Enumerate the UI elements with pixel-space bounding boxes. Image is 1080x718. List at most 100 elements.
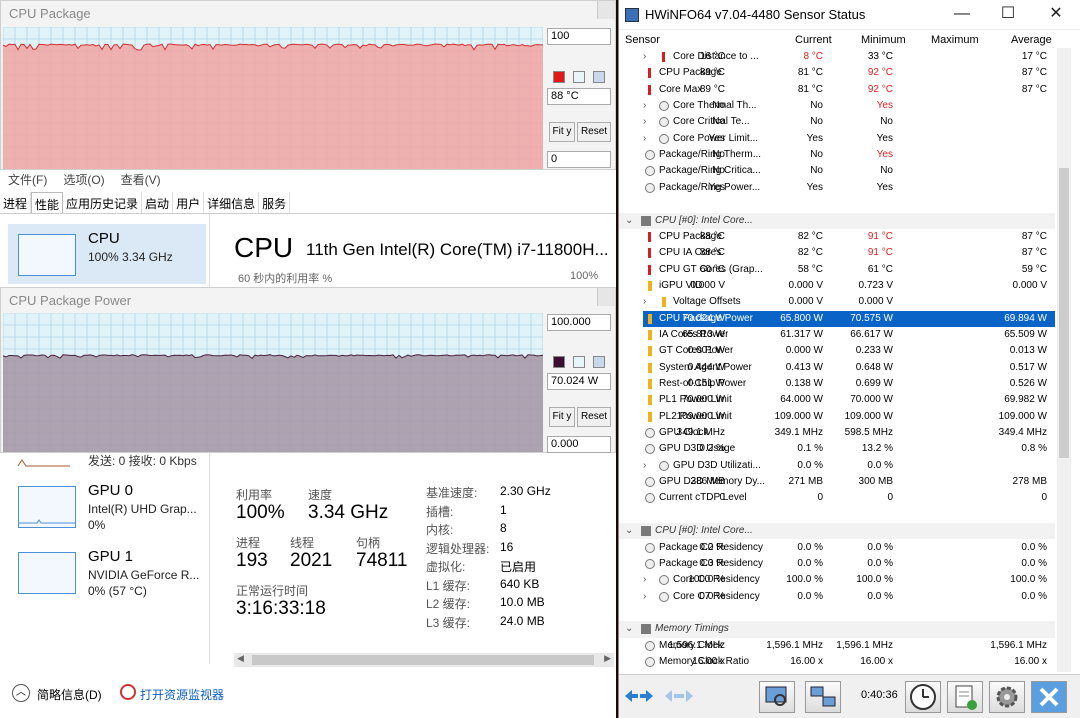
sensor-row[interactable]: › GPU D3D Utilizati... 0.0 % 0.0 % <box>619 458 1055 474</box>
sensor-row[interactable]: Package/Ring Power... Yes Yes Yes <box>619 180 1055 196</box>
fit-y-button[interactable]: Fit y <box>549 122 575 142</box>
sensor-row[interactable]: › Voltage Offsets 0.000 V 0.000 V <box>619 294 1055 310</box>
sensor-row[interactable]: GPU Clock 349.1 MHz 349.1 MHz 598.5 MHz 349.… <box>619 425 1055 441</box>
sensor-row[interactable]: Core Max 89 °C 81 °C 92 °C 87 °C <box>619 82 1055 98</box>
maximize-button[interactable]: ☐ <box>985 0 1031 30</box>
report-button[interactable] <box>759 681 795 713</box>
scroll-left-icon[interactable]: ◀ <box>237 653 244 664</box>
sidebar-item-cpu[interactable]: CPU 100% 3.34 GHz <box>8 224 206 284</box>
fit-y-button[interactable]: Fit y <box>549 407 575 427</box>
color-swatch-series[interactable] <box>553 356 565 368</box>
graph-max-box[interactable]: 100 <box>547 28 611 45</box>
sensor-group-row[interactable]: ⌄ CPU [#0]: Intel Core... <box>619 523 1055 540</box>
network-button[interactable] <box>805 681 841 713</box>
sensor-row[interactable]: › Core Power Limit... Yes Yes Yes <box>619 131 1055 147</box>
minimize-button[interactable]: — <box>939 0 985 30</box>
scroll-thumb[interactable] <box>1059 168 1069 458</box>
brief-button[interactable]: 简略信息(D) <box>37 686 102 703</box>
sensor-row[interactable]: System Agent Power 0.444 W 0.413 W 0.648 W0… <box>619 360 1055 376</box>
sensor-row[interactable]: Package C2 Residency 0.0 % 0.0 % 0.0 % 0.0 % <box>619 540 1055 556</box>
horizontal-scrollbar[interactable]: ◀ ▶ <box>234 653 614 667</box>
reset-button[interactable]: Reset <box>577 122 611 142</box>
graph-min-box[interactable]: 0 <box>547 151 611 168</box>
sensor-row[interactable] <box>619 605 1055 621</box>
expand-chevron-icon[interactable]: › <box>643 49 646 65</box>
sensor-row[interactable]: › Core Thermal Th... No No Yes <box>619 98 1055 114</box>
sensor-row[interactable]: IA Cores Power 65.813 W 61.317 W 66.617 W 65… <box>619 327 1055 343</box>
tab-users[interactable]: 用户 <box>173 192 205 213</box>
expand-chevron-icon[interactable]: › <box>643 131 646 147</box>
menu-options[interactable]: 选项(O) <box>63 171 104 188</box>
tab-performance[interactable]: 性能 <box>31 192 64 213</box>
color-swatch-grid[interactable] <box>593 71 605 83</box>
menu-file[interactable]: 文件(F) <box>8 171 47 188</box>
scroll-thumb[interactable] <box>252 655 594 665</box>
sidebar-item-gpu0[interactable]: GPU 0 Intel(R) UHD Grap... 0% <box>8 482 206 542</box>
sensor-row[interactable]: PL1 Power Limit 70.000 W 64.000 W 70.000 W6… <box>619 392 1055 408</box>
sensor-row[interactable]: › Core Critical Te... No No No <box>619 114 1055 130</box>
sensor-row[interactable]: Package/Ring Therm... No No Yes <box>619 147 1055 163</box>
menu-view[interactable]: 查看(V) <box>121 171 161 188</box>
sensor-row[interactable]: CPU Package Power 70.024 W 65.800 W 70.575 … <box>619 310 1055 327</box>
expand-chevron-icon[interactable]: › <box>643 294 646 310</box>
sensor-row[interactable]: GPU D3D Memory Dy... 286 MB 271 MB 300 MB 27… <box>619 474 1055 490</box>
color-swatch-red[interactable] <box>553 71 565 83</box>
sensor-row[interactable]: CPU GT Cores (Grap... 60 °C 58 °C 61 °C 59 °… <box>619 262 1055 278</box>
expand-chevron-icon[interactable]: › <box>643 572 646 588</box>
sensor-group-row[interactable]: ⌄ CPU [#0]: Intel Core... <box>619 212 1055 229</box>
sensor-row[interactable]: › Core C0 Residency 100.0 % 100.0 % 100.0 % 1… <box>619 572 1055 588</box>
collapse-arrows-icon[interactable] <box>623 687 655 705</box>
graph-min-box[interactable]: 0.000 <box>547 436 611 453</box>
tab-app-history[interactable]: 应用历史记录 <box>63 192 143 213</box>
sensor-row[interactable]: › Core C7 Residency 0.0 % 0.0 % 0.0 % 0.0 % <box>619 589 1055 605</box>
log-button[interactable] <box>947 681 983 713</box>
sensor-row[interactable]: › Core Distance to ... 16 °C 8 °C 33 °C 17 °C <box>619 49 1055 65</box>
sensor-row[interactable]: CPU IA Cores 88 °C 82 °C 91 °C 87 °C <box>619 245 1055 261</box>
close-button[interactable]: ✕ <box>1033 0 1079 30</box>
sensor-row[interactable]: CPU Package 88 °C 82 °C 91 °C 87 °C <box>619 229 1055 245</box>
tab-services[interactable]: 服务 <box>259 192 291 213</box>
close-sensors-button[interactable] <box>1031 681 1067 713</box>
reset-button[interactable]: Reset <box>577 407 611 427</box>
sidebar-item-gpu1[interactable]: GPU 1 NVIDIA GeForce R... 0% (57 °C) <box>8 548 206 608</box>
sensor-row[interactable]: Rest-of-Chip Power 0.151 W 0.138 W 0.699 W0… <box>619 376 1055 392</box>
chevron-up-icon[interactable]: ︿ <box>12 684 30 702</box>
expand-chevron-icon[interactable]: › <box>643 114 646 130</box>
sensor-row[interactable]: Package C3 Residency 0.0 % 0.0 % 0.0 % 0.0 % <box>619 556 1055 572</box>
resource-monitor-link[interactable]: 打开资源监视器 <box>140 686 224 703</box>
sensor-row[interactable]: GPU D3D Usage 0.2 % 0.1 % 13.2 % 0.8 % <box>619 441 1055 457</box>
sensor-row[interactable]: iGPU VID 0.000 V 0.000 V 0.723 V 0.000 V <box>619 278 1055 294</box>
clock-button[interactable] <box>905 681 941 713</box>
graph-max-box[interactable]: 100.000 <box>547 314 611 331</box>
settings-button[interactable] <box>989 681 1025 713</box>
sensor-row[interactable]: Current cTDP Level 0 0 0 0 <box>619 490 1055 506</box>
collapse-chevron-icon[interactable]: ⌄ <box>625 213 633 229</box>
color-swatch-bg[interactable] <box>573 71 585 83</box>
expand-chevron-icon[interactable]: › <box>643 458 646 474</box>
collapse-chevron-icon[interactable]: ⌄ <box>625 621 633 637</box>
expand-chevron-icon[interactable]: › <box>643 98 646 114</box>
tab-details[interactable]: 详细信息 <box>204 192 260 213</box>
color-swatch-grid[interactable] <box>593 356 605 368</box>
expand-chevron-icon[interactable]: › <box>643 589 646 605</box>
scroll-right-icon[interactable]: ▶ <box>604 653 611 664</box>
tab-processes[interactable]: 进程 <box>0 192 32 213</box>
vertical-scrollbar[interactable] <box>1057 48 1071 672</box>
col-average[interactable]: Average <box>1011 34 1052 46</box>
close-button[interactable] <box>597 1 615 19</box>
sensor-row[interactable]: Package/Ring Critica... No No No <box>619 163 1055 179</box>
col-sensor[interactable]: Sensor <box>625 34 660 46</box>
close-button[interactable] <box>597 288 615 306</box>
sensor-row[interactable]: Memory Clock Ratio 16.00 x 16.00 x 16.00 x1… <box>619 654 1055 670</box>
collapse-chevron-icon[interactable]: ⌄ <box>625 523 633 539</box>
tab-startup[interactable]: 启动 <box>142 192 174 213</box>
col-current[interactable]: Current <box>795 34 832 46</box>
col-maximum[interactable]: Maximum <box>931 34 979 46</box>
sensor-row[interactable] <box>619 507 1055 523</box>
sensor-group-row[interactable]: ⌄ Memory Timings <box>619 621 1055 638</box>
sensor-row[interactable]: Memory Clock 1,596.1 MHz 1,596.1 MHz 1,596.… <box>619 638 1055 654</box>
sensor-row[interactable]: GT Cores Power 0.001 W 0.000 W 0.233 W 0.013… <box>619 343 1055 359</box>
color-swatch-bg[interactable] <box>573 356 585 368</box>
sensor-row[interactable]: PL2 Power Limit 109.000 W 109.000 W 109.000… <box>619 409 1055 425</box>
sensor-row[interactable] <box>619 196 1055 212</box>
